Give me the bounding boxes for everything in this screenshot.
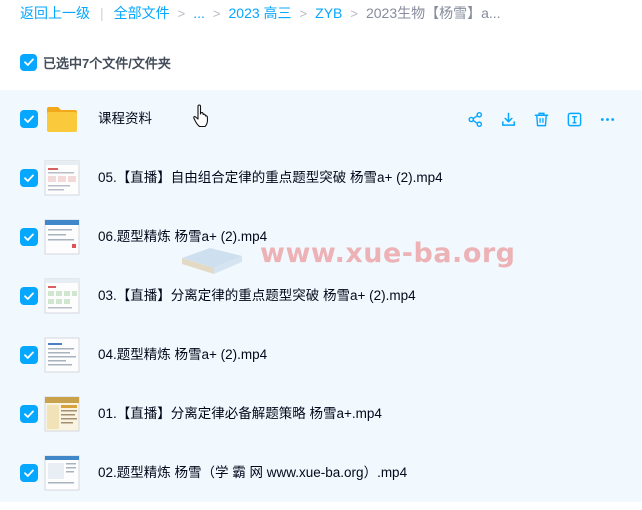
list-item[interactable]: 01.【直播】分离定律必备解题策略 杨雪a+.mp4 <box>0 385 642 443</box>
breadcrumb-divider: | <box>100 5 104 21</box>
selection-bar: 已选中7个文件/文件夹 <box>20 52 171 72</box>
file-name[interactable]: 05.【直播】自由组合定律的重点题型突破 杨雪a+ (2).mp4 <box>98 149 443 207</box>
file-list: 课程资料 05.【直播】自由组合定律的重点题型突破 杨雪a+ (2).mp4 0… <box>0 90 642 502</box>
list-item[interactable]: 02.题型精炼 杨雪（学 霸 网 www.xue-ba.org）.mp4 <box>0 444 642 502</box>
rename-button[interactable] <box>558 109 591 129</box>
download-icon <box>502 112 515 126</box>
folder-icon <box>47 107 77 132</box>
file-name[interactable]: 课程资料 <box>98 90 152 148</box>
list-item[interactable]: 课程资料 <box>0 90 642 148</box>
list-item[interactable]: 04.题型精炼 杨雪a+ (2).mp4 <box>0 326 642 384</box>
list-item[interactable]: 05.【直播】自由组合定律的重点题型突破 杨雪a+ (2).mp4 <box>0 149 642 207</box>
chevron-right-icon: > <box>177 5 186 21</box>
file-name[interactable]: 02.题型精炼 杨雪（学 霸 网 www.xue-ba.org）.mp4 <box>98 444 407 502</box>
share-icon <box>468 111 483 127</box>
download-button[interactable] <box>492 109 525 129</box>
file-name[interactable]: 06.题型精炼 杨雪a+ (2).mp4 <box>98 208 267 266</box>
video-thumbnail-icon <box>44 160 80 196</box>
selection-count-label: 已选中7个文件/文件夹 <box>43 55 171 71</box>
file-name[interactable]: 01.【直播】分离定律必备解题策略 杨雪a+.mp4 <box>98 385 382 443</box>
chevron-right-icon: > <box>350 5 358 21</box>
share-button[interactable] <box>459 109 492 129</box>
check-icon <box>23 58 34 66</box>
delete-button[interactable] <box>525 109 558 129</box>
row-checkbox[interactable] <box>20 110 38 128</box>
row-checkbox[interactable] <box>20 405 38 423</box>
check-icon <box>24 351 34 359</box>
breadcrumb-current: 2023生物【杨雪】a... <box>365 5 501 21</box>
row-checkbox[interactable] <box>20 228 38 246</box>
check-icon <box>24 115 34 123</box>
chevron-right-icon: > <box>212 5 221 21</box>
breadcrumb-folder-2023[interactable]: 2023 高三 <box>229 3 292 23</box>
check-icon <box>24 292 34 300</box>
row-actions <box>459 90 624 148</box>
video-thumbnail-icon <box>44 219 80 255</box>
row-checkbox[interactable] <box>20 169 38 187</box>
video-thumbnail-icon <box>44 278 80 314</box>
check-icon <box>24 410 34 418</box>
video-thumbnail-icon <box>44 396 80 432</box>
rename-icon <box>567 112 582 126</box>
check-icon <box>24 233 34 241</box>
select-all-checkbox[interactable] <box>20 53 37 71</box>
row-checkbox[interactable] <box>20 346 38 364</box>
more-button[interactable] <box>591 109 624 129</box>
back-link[interactable]: 返回上一级 <box>20 3 90 23</box>
video-thumbnail-icon <box>44 455 80 491</box>
breadcrumb: 返回上一级 | 全部文件 > ... > 2023 高三 > ZYB > 202… <box>20 0 640 26</box>
delete-icon <box>534 112 549 126</box>
file-name[interactable]: 04.题型精炼 杨雪a+ (2).mp4 <box>98 326 267 384</box>
list-item[interactable]: 03.【直播】分离定律的重点题型突破 杨雪a+ (2).mp4 <box>0 267 642 325</box>
video-thumbnail-icon <box>44 337 80 373</box>
hand-cursor-icon <box>193 104 209 128</box>
breadcrumb-folder-zyb[interactable]: ZYB <box>315 5 342 21</box>
row-checkbox[interactable] <box>20 287 38 305</box>
list-item[interactable]: 06.题型精炼 杨雪a+ (2).mp4 <box>0 208 642 266</box>
more-icon <box>600 117 615 121</box>
row-checkbox[interactable] <box>20 464 38 482</box>
chevron-right-icon: > <box>299 5 308 21</box>
file-name[interactable]: 03.【直播】分离定律的重点题型突破 杨雪a+ (2).mp4 <box>98 267 416 325</box>
breadcrumb-all-files[interactable]: 全部文件 <box>114 3 170 23</box>
check-icon <box>24 174 34 182</box>
check-icon <box>24 469 34 477</box>
breadcrumb-ellipsis[interactable]: ... <box>193 5 205 21</box>
